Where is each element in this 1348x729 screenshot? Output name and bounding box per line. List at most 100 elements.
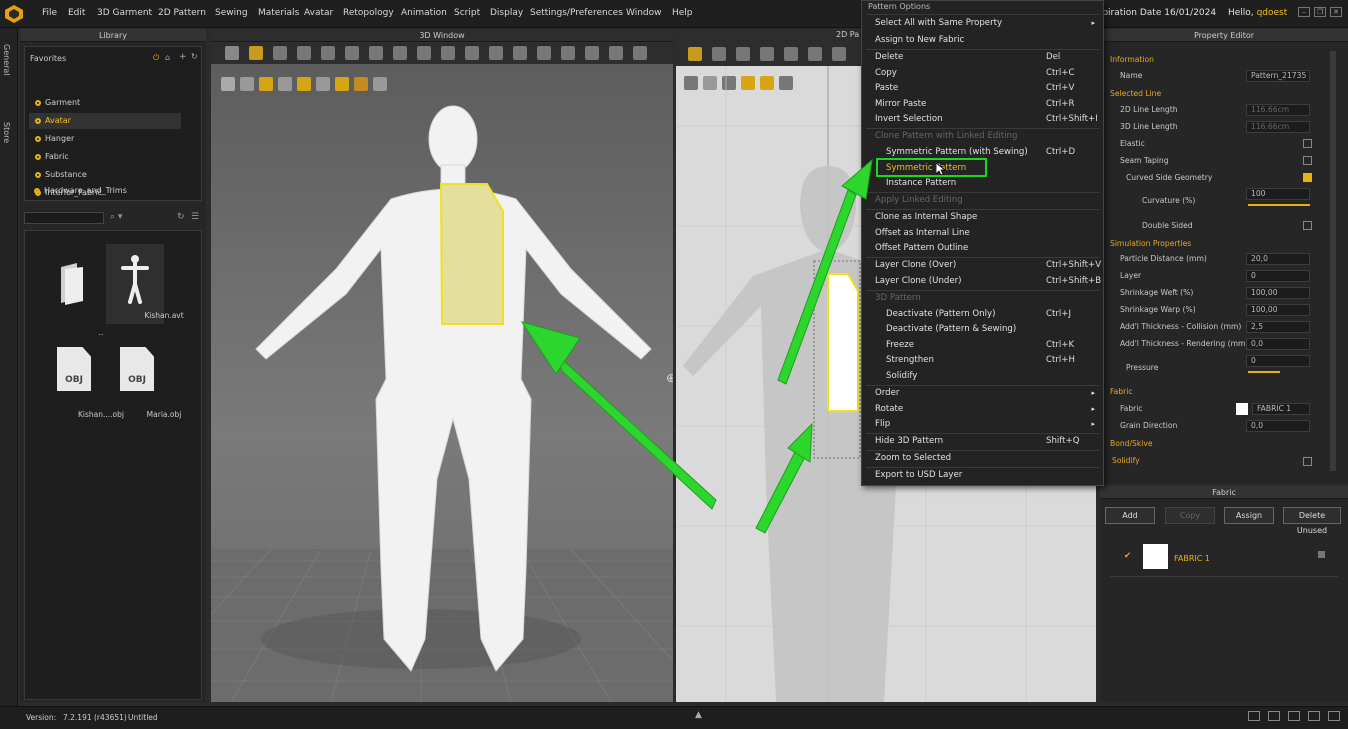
split-handle-icon[interactable]: ⊕: [666, 371, 673, 385]
menu-select-same-property[interactable]: Select All with Same Property ▸: [862, 16, 1103, 31]
favorite-item[interactable]: Fabric: [29, 149, 181, 165]
zipper-tool-icon[interactable]: [489, 46, 503, 60]
power-icon[interactable]: ⏻: [153, 53, 159, 63]
show-skin-icon[interactable]: [335, 77, 349, 91]
minimize-icon[interactable]: –: [1298, 7, 1310, 17]
section-simulation[interactable]: Simulation Properties: [1110, 239, 1191, 248]
3d-window[interactable]: 3D Window ⊕: [211, 29, 673, 702]
arrange-tool-icon[interactable]: [561, 46, 575, 60]
show-pattern-icon[interactable]: [259, 77, 273, 91]
menu-delete[interactable]: Delete Del: [862, 50, 1103, 65]
favorite-item[interactable]: Hanger: [29, 131, 181, 147]
line3d-field[interactable]: 116.66cm: [1246, 121, 1310, 133]
show-avatar-icon[interactable]: [278, 77, 292, 91]
menu-layer-clone-under[interactable]: Layer Clone (Under) Ctrl+Shift+B: [862, 274, 1103, 289]
menu-sewing[interactable]: Sewing: [215, 8, 248, 18]
measure-tool-icon[interactable]: [393, 46, 407, 60]
fold-tool-icon[interactable]: [345, 46, 359, 60]
menu-instance-pattern[interactable]: Instance Pattern: [862, 176, 1103, 191]
select-tool-icon[interactable]: [225, 46, 239, 60]
menu-script[interactable]: Script: [454, 8, 480, 18]
scrollbar[interactable]: [1330, 51, 1336, 471]
favorite-item[interactable]: Garment: [29, 95, 181, 111]
fabric-select[interactable]: FABRIC 1: [1252, 403, 1310, 415]
refresh-icon[interactable]: ↻: [191, 52, 198, 61]
tape-tool-icon[interactable]: [417, 46, 431, 60]
grain-field[interactable]: 0,0: [1246, 420, 1310, 432]
2d-select-icon[interactable]: [688, 47, 702, 61]
brush-tool-icon[interactable]: [585, 46, 599, 60]
menu-strengthen[interactable]: Strengthen Ctrl+H: [862, 353, 1103, 368]
2d-polygon-icon[interactable]: [784, 47, 798, 61]
menu-materials[interactable]: Materials: [258, 8, 299, 18]
menu-retopology[interactable]: Retopology: [343, 8, 394, 18]
layout-grid-icon[interactable]: [1328, 711, 1340, 721]
double-sided-checkbox[interactable]: [1303, 221, 1312, 230]
2d-transform-icon[interactable]: [712, 47, 726, 61]
section-bond-skive[interactable]: Bond/Skive: [1110, 439, 1153, 448]
show-garment-icon[interactable]: [240, 77, 254, 91]
file-kishan-avt[interactable]: Kishan.avt: [106, 244, 184, 324]
weft-field[interactable]: 100,00: [1246, 287, 1310, 299]
line2d-field[interactable]: 116.66cm: [1246, 104, 1310, 116]
restore-icon[interactable]: ❐: [1314, 7, 1326, 17]
add-fabric-button[interactable]: Add: [1105, 507, 1155, 524]
menu-offset-internal-line[interactable]: Offset as Internal Line: [862, 226, 1103, 241]
pressure-slider[interactable]: [1248, 371, 1280, 373]
transform-tool-icon[interactable]: [273, 46, 287, 60]
menu-animation[interactable]: Animation: [401, 8, 447, 18]
menu-clone-internal-shape[interactable]: Clone as Internal Shape: [862, 210, 1103, 225]
favorite-item[interactable]: Hardware_and_Trims: [28, 183, 180, 199]
menu-avatar[interactable]: Avatar: [304, 8, 333, 18]
section-solidify[interactable]: Solidify: [1112, 456, 1140, 465]
menu-export-usd[interactable]: Export to USD Layer: [862, 468, 1103, 483]
menu-order[interactable]: Order ▸: [862, 386, 1103, 401]
fabric-menu-icon[interactable]: [1318, 551, 1325, 558]
search-icon[interactable]: ⌕ ▾: [110, 212, 122, 222]
layout-3d-icon[interactable]: [1288, 711, 1300, 721]
layout-single-icon[interactable]: [1248, 711, 1260, 721]
library-search-input[interactable]: [24, 212, 104, 224]
favorite-item[interactable]: Avatar: [29, 113, 181, 129]
delete-unused-button[interactable]: Delete Unused: [1283, 507, 1341, 535]
menu-settings[interactable]: Settings/Preferences: [530, 8, 623, 18]
menu-2d-pattern[interactable]: 2D Pattern: [158, 8, 206, 18]
rendering-field[interactable]: 0,0: [1246, 338, 1310, 350]
trim-tool-icon[interactable]: [513, 46, 527, 60]
layout-split-icon[interactable]: [1268, 711, 1280, 721]
solidify-checkbox[interactable]: [1303, 457, 1312, 466]
menu-zoom-selected[interactable]: Zoom to Selected: [862, 451, 1103, 466]
2d-circle-icon[interactable]: [808, 47, 822, 61]
warp-field[interactable]: 100,00: [1246, 304, 1310, 316]
show-texture-icon[interactable]: [354, 77, 368, 91]
home-icon[interactable]: ⌂: [165, 53, 170, 62]
menu-deactivate-pattern[interactable]: Deactivate (Pattern Only) Ctrl+J: [862, 307, 1103, 322]
elastic-checkbox[interactable]: [1303, 139, 1312, 148]
expand-up-icon[interactable]: ▲: [695, 710, 702, 720]
tab-general[interactable]: General: [2, 44, 11, 76]
2d-rectangle-icon[interactable]: [760, 47, 774, 61]
menu-help[interactable]: Help: [672, 8, 693, 18]
export-icon[interactable]: [373, 77, 387, 91]
menu-assign-fabric[interactable]: Assign to New Fabric: [862, 33, 1103, 48]
section-information[interactable]: Information: [1110, 55, 1154, 64]
menu-mirror-paste[interactable]: Mirror Paste Ctrl+R: [862, 97, 1103, 112]
show-fabric-icon[interactable]: [297, 77, 311, 91]
assign-fabric-button[interactable]: Assign: [1224, 507, 1274, 524]
edit-tool-icon[interactable]: [297, 46, 311, 60]
file-kishan-obj[interactable]: OBJ Kishan....obj: [43, 339, 124, 419]
collision-field[interactable]: 2,5: [1246, 321, 1310, 333]
fabric-list-item[interactable]: ✔ FABRIC 1: [1110, 541, 1338, 577]
menu-freeze[interactable]: Freeze Ctrl+K: [862, 338, 1103, 353]
favorite-item[interactable]: Substance: [29, 167, 181, 183]
menu-flip[interactable]: Flip ▸: [862, 417, 1103, 432]
curvature-slider[interactable]: [1248, 204, 1310, 206]
file-folder-up[interactable]: ..: [43, 257, 103, 337]
name-field[interactable]: Pattern_21735: [1246, 70, 1310, 82]
2d-edit-icon[interactable]: [736, 47, 750, 61]
copy-fabric-button[interactable]: Copy: [1165, 507, 1215, 524]
menu-copy[interactable]: Copy Ctrl+C: [862, 66, 1103, 81]
menu-edit[interactable]: Edit: [68, 8, 85, 18]
menu-3d-garment[interactable]: 3D Garment: [97, 8, 152, 18]
close-icon[interactable]: ✕: [1330, 7, 1342, 17]
